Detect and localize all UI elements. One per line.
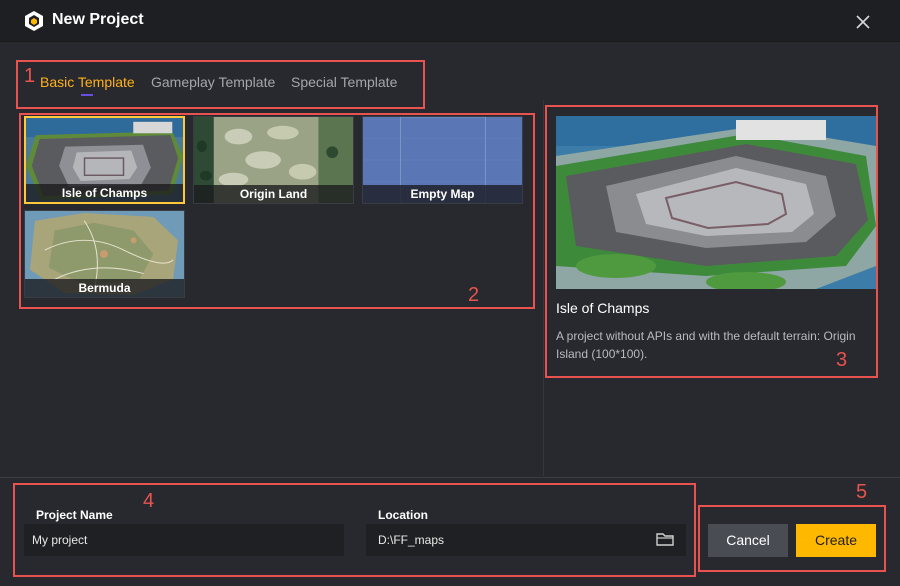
dialog-title: New Project (52, 11, 144, 28)
close-icon[interactable] (852, 11, 874, 33)
annotation-number-5: 5 (856, 481, 868, 503)
annotation-box-1 (16, 60, 425, 109)
annotation-box-5 (698, 505, 886, 572)
new-project-dialog: New Project Basic Template Gameplay Temp… (0, 0, 900, 586)
annotation-number-1: 1 (24, 65, 36, 87)
title-bar: New Project (0, 0, 900, 42)
annotation-number-3: 3 (836, 349, 848, 371)
annotation-box-2 (19, 113, 535, 309)
panel-divider (543, 100, 544, 476)
annotation-box-4 (13, 483, 696, 577)
footer-divider (0, 477, 900, 478)
app-logo-icon (25, 11, 43, 31)
annotation-number-4: 4 (143, 490, 155, 512)
annotation-number-2: 2 (468, 284, 480, 306)
annotation-box-3 (545, 105, 878, 378)
